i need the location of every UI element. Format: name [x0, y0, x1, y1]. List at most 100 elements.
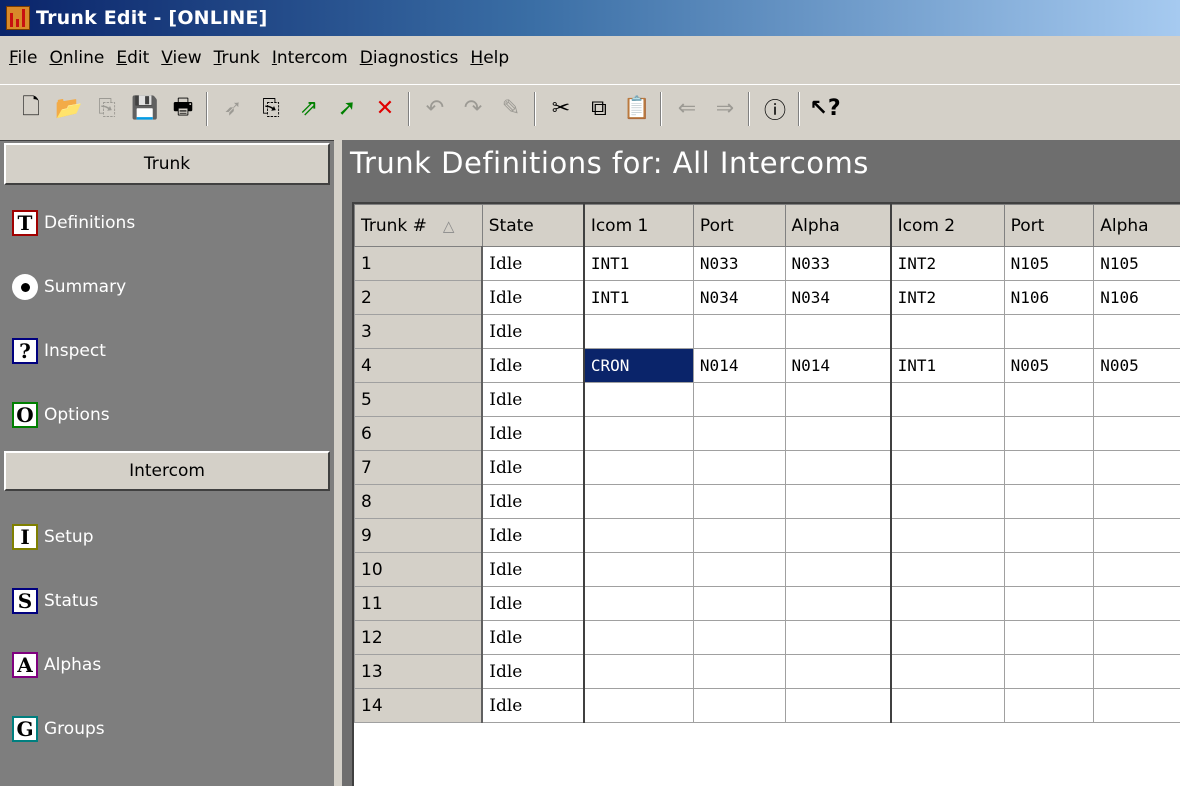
data-cell[interactable] [692, 552, 786, 587]
trunk-number-cell[interactable]: 3 [354, 314, 484, 349]
state-cell[interactable]: Idle [481, 348, 585, 383]
data-cell[interactable]: INT1 [583, 280, 694, 315]
data-cell[interactable] [784, 382, 892, 417]
data-cell[interactable] [583, 518, 694, 553]
redo-icon[interactable]: ↷ [456, 92, 490, 126]
table-row[interactable]: 4 Idle CRON N014 N014 INT1 N005 N005 [354, 348, 1180, 383]
menu-diagnostics[interactable]: Diagnostics [357, 48, 468, 68]
state-cell[interactable]: Idle [481, 586, 585, 621]
menu-view[interactable]: View [158, 48, 210, 68]
column-header[interactable]: Trunk # △ [354, 204, 483, 247]
table-row[interactable]: 13 Idle [354, 654, 1180, 689]
data-cell[interactable]: N034 [784, 280, 892, 315]
data-cell[interactable]: N005 [1093, 348, 1180, 383]
state-cell[interactable]: Idle [481, 654, 585, 689]
help-pointer-icon[interactable]: ↖? [808, 92, 842, 126]
data-cell[interactable] [784, 586, 892, 621]
data-cell[interactable] [692, 620, 786, 655]
column-header[interactable]: Port [692, 204, 786, 247]
data-cell[interactable]: N005 [1003, 348, 1095, 383]
data-cell[interactable] [1093, 416, 1180, 451]
delete-icon[interactable]: ✕ [368, 92, 402, 126]
data-cell[interactable] [1093, 518, 1180, 553]
title-bar[interactable]: Trunk Edit - [ONLINE] [0, 0, 1180, 36]
data-cell[interactable] [583, 314, 694, 349]
copy-page-icon[interactable]: ⎘ [90, 92, 124, 126]
data-cell[interactable] [692, 314, 786, 349]
table-row[interactable]: 3 Idle [354, 314, 1180, 349]
trunk-number-cell[interactable]: 4 [354, 348, 484, 383]
trunk-number-cell[interactable]: 14 [354, 688, 484, 723]
data-cell[interactable] [1093, 314, 1180, 349]
new-file-icon[interactable]: 🗋 [14, 92, 48, 126]
data-cell[interactable] [890, 382, 1005, 417]
data-cell[interactable] [692, 654, 786, 689]
data-cell[interactable] [784, 314, 892, 349]
state-cell[interactable]: Idle [481, 688, 585, 723]
eraser-icon[interactable]: ✎ [494, 92, 528, 126]
data-cell[interactable] [583, 688, 694, 723]
data-cell[interactable] [1003, 382, 1095, 417]
data-cell[interactable]: N014 [692, 348, 786, 383]
data-cell[interactable]: INT2 [890, 246, 1005, 281]
menu-online[interactable]: Online [46, 48, 113, 68]
data-cell[interactable] [784, 518, 892, 553]
data-cell[interactable] [1093, 382, 1180, 417]
data-cell[interactable] [692, 382, 786, 417]
menu-file[interactable]: File [6, 48, 46, 68]
column-header[interactable]: Alpha [1093, 204, 1180, 247]
data-cell[interactable]: INT2 [890, 280, 1005, 315]
data-cell[interactable] [1093, 620, 1180, 655]
print-icon[interactable]: 🖶 [166, 92, 200, 126]
state-cell[interactable]: Idle [481, 280, 585, 315]
data-cell[interactable]: N105 [1003, 246, 1095, 281]
data-cell[interactable] [784, 484, 892, 519]
state-cell[interactable]: Idle [481, 620, 585, 655]
data-cell[interactable] [890, 654, 1005, 689]
data-cell[interactable] [890, 416, 1005, 451]
state-cell[interactable]: Idle [481, 314, 585, 349]
data-cell[interactable] [1093, 484, 1180, 519]
menu-help[interactable]: Help [467, 48, 518, 68]
table-row[interactable]: 5 Idle [354, 382, 1180, 417]
state-cell[interactable]: Idle [481, 246, 585, 281]
upload-icon[interactable]: ⇗ [292, 92, 326, 126]
sidebar-item-inspect[interactable]: ? Inspect [0, 319, 334, 383]
trunk-number-cell[interactable]: 12 [354, 620, 484, 655]
data-cell[interactable] [890, 552, 1005, 587]
trunk-number-cell[interactable]: 10 [354, 552, 484, 587]
data-cell[interactable] [583, 552, 694, 587]
sidebar-header-intercom[interactable]: Intercom [4, 451, 330, 491]
data-cell[interactable] [692, 484, 786, 519]
state-cell[interactable]: Idle [481, 416, 585, 451]
state-cell[interactable]: Idle [481, 382, 585, 417]
column-header[interactable]: Alpha [784, 204, 892, 247]
trunk-number-cell[interactable]: 11 [354, 586, 484, 621]
data-cell[interactable] [1003, 518, 1095, 553]
sidebar-item-definitions[interactable]: T Definitions [0, 191, 334, 255]
cut-icon[interactable]: ✂ [544, 92, 578, 126]
state-cell[interactable]: Idle [481, 484, 585, 519]
data-cell[interactable]: N106 [1093, 280, 1180, 315]
data-cell[interactable] [890, 518, 1005, 553]
trunk-number-cell[interactable]: 8 [354, 484, 484, 519]
data-cell[interactable] [890, 688, 1005, 723]
sidebar-item-summary[interactable]: Summary [0, 255, 334, 319]
data-cell[interactable] [1093, 654, 1180, 689]
data-cell[interactable] [890, 450, 1005, 485]
menu-edit[interactable]: Edit [113, 48, 158, 68]
data-cell[interactable] [1003, 416, 1095, 451]
send-icon[interactable]: ➶ [216, 92, 250, 126]
data-cell[interactable] [583, 382, 694, 417]
trunk-number-cell[interactable]: 13 [354, 654, 484, 689]
data-cell[interactable] [692, 586, 786, 621]
paste-icon[interactable]: 📋 [620, 92, 654, 126]
trunk-number-cell[interactable]: 2 [354, 280, 484, 315]
column-header[interactable]: Icom 1 [583, 204, 694, 247]
data-cell[interactable]: N034 [692, 280, 786, 315]
state-cell[interactable]: Idle [481, 552, 585, 587]
data-cell[interactable] [1093, 688, 1180, 723]
data-cell[interactable] [784, 450, 892, 485]
sidebar-item-alphas[interactable]: A Alphas [0, 633, 334, 697]
column-header[interactable]: State [481, 204, 585, 247]
